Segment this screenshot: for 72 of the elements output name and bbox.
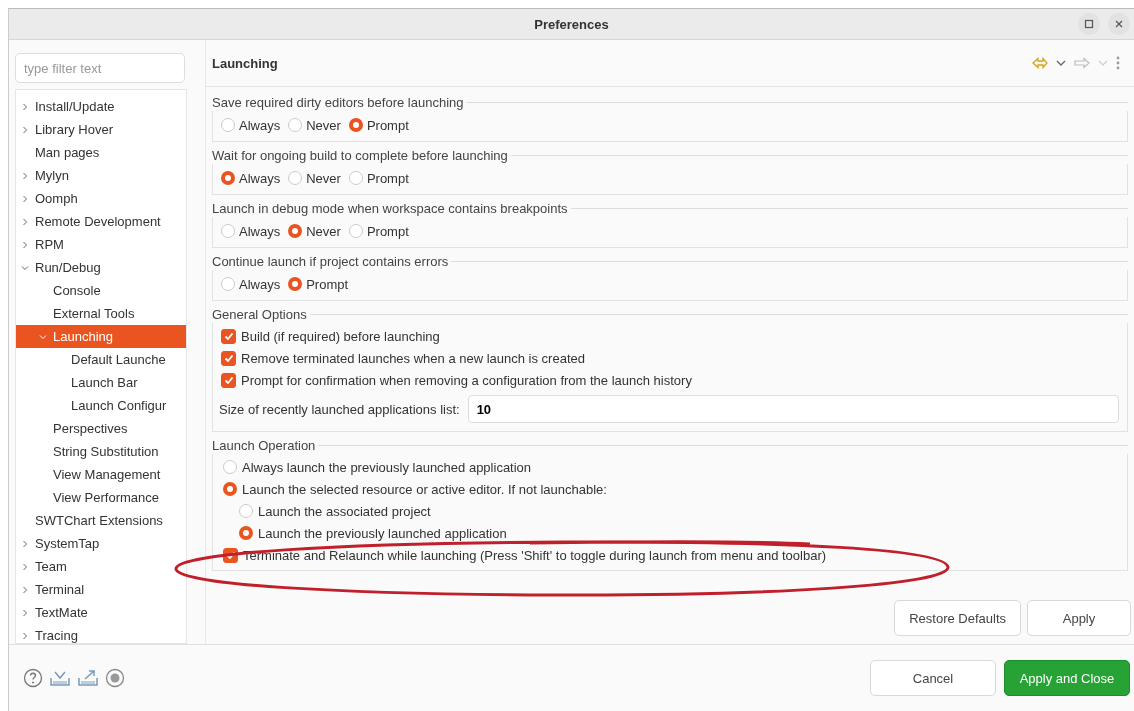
tree-item[interactable]: SWTChart Extensions [16, 509, 186, 532]
radio-option[interactable]: Never [288, 223, 341, 239]
help-icon[interactable] [23, 668, 43, 688]
group-title: Save required dirty editors before launching [212, 94, 464, 110]
close-button[interactable] [1108, 13, 1130, 35]
tree-item[interactable]: Remote Development [16, 210, 186, 233]
radio-option[interactable]: Always [221, 170, 281, 186]
tree-item[interactable]: Install/Update [16, 95, 186, 118]
radio-option[interactable]: Never [288, 117, 341, 133]
checkmark-icon [224, 549, 237, 561]
radio-option[interactable]: Launch the associated project [221, 500, 1119, 522]
forward-arrow-icon[interactable] [1074, 57, 1090, 69]
tree-item[interactable]: Man pages [16, 141, 186, 164]
cancel-button[interactable]: Cancel [870, 660, 996, 696]
tree-item[interactable]: Oomph [16, 187, 186, 210]
checkbox-option[interactable]: Terminate and Relaunch while launching (Press 'Shift' to toggle during launch from menu and toolbar) [221, 544, 1119, 566]
checkbox-option[interactable]: Prompt for confirmation when removing a configuration from the launch history [221, 369, 1119, 391]
tree-item[interactable]: External Tools [16, 302, 186, 325]
radio-option[interactable]: Launch the selected resource or active editor. If not launchable: [221, 478, 1119, 500]
radio-option[interactable]: Launch the previously launched application [221, 522, 1119, 544]
close-icon [1114, 19, 1124, 29]
group-title: Launch Operation [212, 437, 316, 453]
maximize-icon [1084, 19, 1094, 29]
radio-option[interactable]: Always [221, 117, 281, 133]
menu-icon[interactable] [1116, 56, 1120, 70]
checkmark-icon [222, 374, 235, 386]
tree-item[interactable]: Mylyn [16, 164, 186, 187]
radio-option[interactable]: Prompt [348, 223, 409, 239]
radio-option[interactable]: Prompt [348, 170, 409, 186]
group-title: Wait for ongoing build to complete before launching [212, 147, 508, 163]
radio-option[interactable]: Always launch the previously launched application [221, 456, 1119, 478]
page-title: Launching [212, 55, 278, 71]
radio-option[interactable]: Prompt [288, 276, 349, 292]
maximize-button[interactable] [1078, 13, 1100, 35]
radio-option[interactable]: Always [221, 223, 281, 239]
record-icon[interactable] [105, 668, 125, 688]
tree-item[interactable]: View Management [16, 463, 186, 486]
tree-item[interactable]: Run/Debug [16, 256, 186, 279]
tree-item[interactable]: Launching [16, 325, 186, 348]
tree-item[interactable]: Perspectives [16, 417, 186, 440]
tree-item[interactable]: Launch Bar [16, 371, 186, 394]
tree-item[interactable]: String Substitution [16, 440, 186, 463]
group-title: Launch in debug mode when workspace contains breakpoints [212, 200, 568, 216]
checkmark-icon [222, 330, 235, 342]
window-title: Preferences [534, 16, 609, 32]
dropdown-icon[interactable] [1056, 59, 1066, 67]
tree-item[interactable]: View Performance [16, 486, 186, 509]
tree-item[interactable]: Default Launche [16, 348, 186, 371]
checkbox-option[interactable]: Remove terminated launches when a new launch is created [221, 347, 1119, 369]
tree-item[interactable]: Terminal [16, 578, 186, 601]
apply-button[interactable]: Apply [1027, 600, 1131, 636]
field-label: Size of recently launched applications list: [219, 401, 460, 417]
radio-option[interactable]: Prompt [348, 117, 409, 133]
tree-item[interactable]: TextMate [16, 601, 186, 624]
import-icon[interactable] [49, 669, 71, 687]
checkmark-icon [222, 352, 235, 364]
size-input-field[interactable]: 10 [467, 395, 1119, 423]
group-title: General Options [212, 306, 307, 322]
tree-item[interactable]: RPM [16, 233, 186, 256]
tree-item[interactable]: SystemTap [16, 532, 186, 555]
restore-defaults-button[interactable]: Restore Defaults [894, 600, 1021, 636]
radio-option[interactable]: Always [221, 276, 281, 292]
filter-field[interactable]: type filter text [15, 53, 185, 83]
tree-item[interactable]: Console [16, 279, 186, 302]
checkbox-option[interactable]: Build (if required) before launching [221, 325, 1119, 347]
tree-item[interactable]: Tracing [16, 624, 186, 643]
tree-item[interactable]: Launch Configur [16, 394, 186, 417]
tree-item[interactable]: Library Hover [16, 118, 186, 141]
radio-option[interactable]: Never [288, 170, 341, 186]
group-title: Continue launch if project contains errors [212, 253, 449, 269]
export-icon[interactable] [77, 669, 99, 687]
tree-item[interactable]: Team [16, 555, 186, 578]
